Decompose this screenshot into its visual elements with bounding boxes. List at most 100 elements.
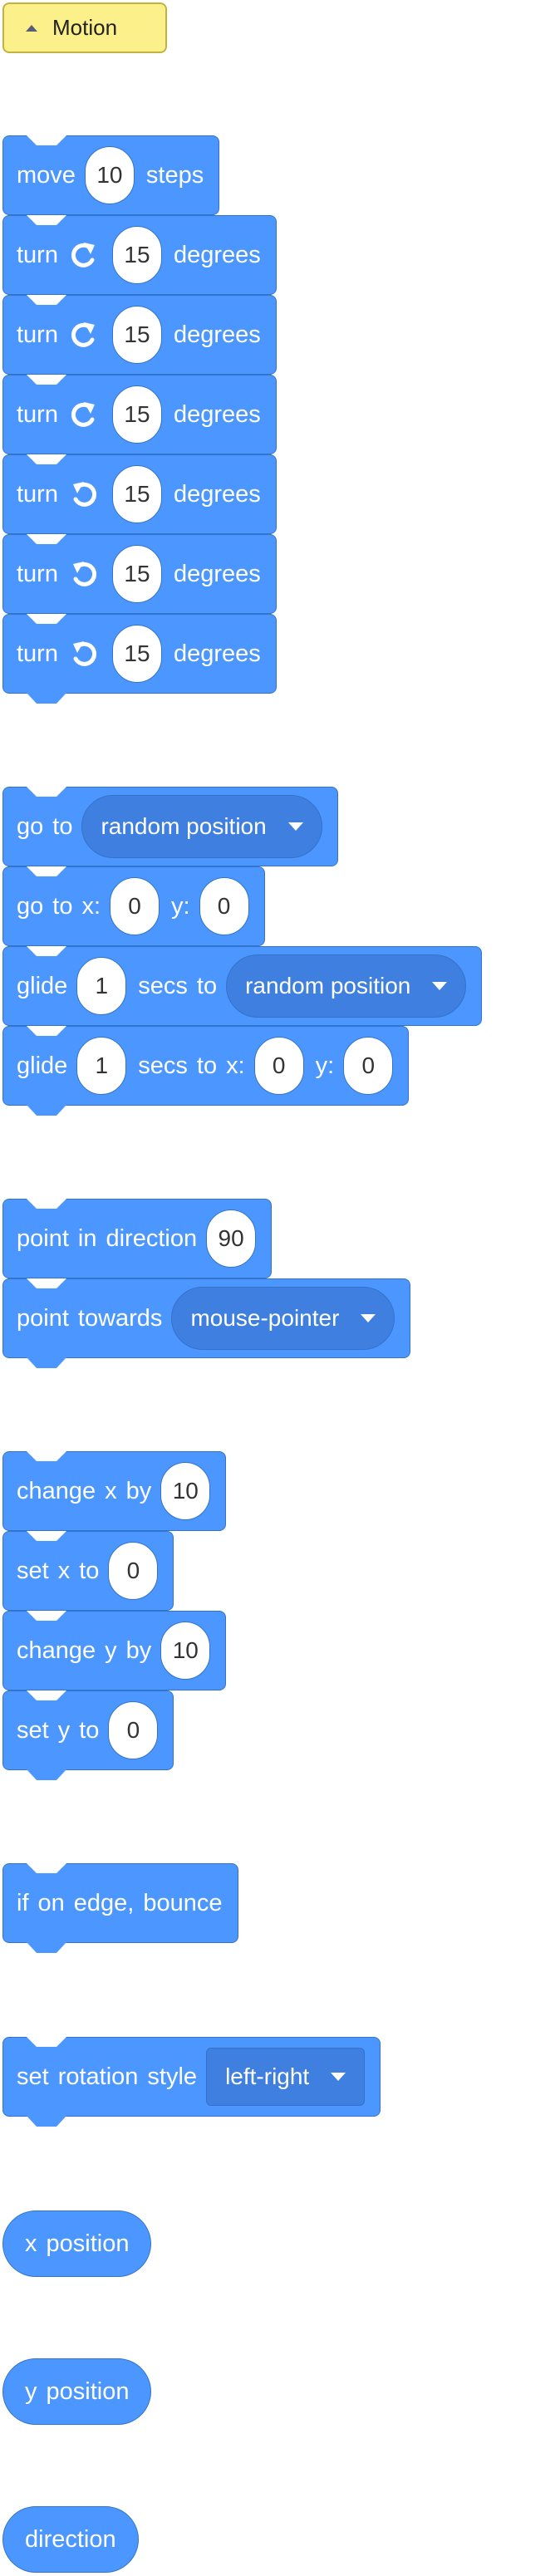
block-text: to: [52, 812, 73, 840]
degrees-input[interactable]: 15: [111, 306, 162, 364]
point-towards-dropdown[interactable]: mouse-pointer: [171, 1287, 395, 1350]
block-text: y: [25, 2377, 37, 2405]
block-text: direction: [25, 2525, 116, 2553]
set-x-block[interactable]: set x to 0: [2, 1531, 174, 1611]
block-text: degrees: [173, 241, 261, 268]
block-text: turn: [17, 560, 58, 587]
turn-right-block[interactable]: turn 15 degrees: [2, 375, 277, 454]
y-position-reporter[interactable]: y position: [2, 2358, 152, 2425]
block-text: to: [196, 972, 218, 999]
block-text: turn: [17, 640, 58, 667]
block-text: turn: [17, 321, 58, 348]
turn-left-block[interactable]: turn 15 degrees: [2, 614, 277, 694]
secs-input[interactable]: 1: [76, 957, 127, 1015]
triangle-down-icon: [361, 1314, 376, 1322]
secs-input[interactable]: 1: [76, 1037, 127, 1095]
block-text: turn: [17, 480, 58, 508]
block-text: y: [57, 1716, 71, 1744]
block-text: set: [17, 2063, 49, 2090]
direction-reporter[interactable]: direction: [2, 2506, 139, 2573]
glide-to-block[interactable]: glide 1 secs to random position: [2, 946, 483, 1026]
block-text: glide: [17, 1052, 68, 1079]
turn-left-block[interactable]: turn 15 degrees: [2, 454, 277, 534]
rotate-right-icon: [67, 398, 101, 431]
block-text: x: [105, 1477, 117, 1504]
triangle-down-icon: [432, 982, 448, 990]
degrees-input[interactable]: 15: [111, 385, 162, 444]
block-text: change: [17, 1636, 96, 1664]
block-text: to: [79, 1716, 100, 1744]
direction-input[interactable]: 90: [206, 1209, 257, 1268]
rotate-right-icon: [67, 238, 101, 272]
value-input[interactable]: 0: [108, 1542, 159, 1600]
dropdown-value: random position: [101, 813, 267, 839]
rotate-left-icon: [67, 637, 101, 670]
triangle-down-icon: [331, 2073, 346, 2081]
block-text: degrees: [173, 321, 261, 348]
dropdown-value: mouse-pointer: [190, 1305, 340, 1331]
turn-right-block[interactable]: turn 15 degrees: [2, 295, 277, 375]
block-text: y: [105, 1636, 117, 1664]
glide-target-dropdown[interactable]: random position: [226, 954, 467, 1018]
if-on-edge-bounce-block[interactable]: if on edge, bounce: [2, 1863, 238, 1943]
block-text: secs: [138, 1052, 188, 1079]
rotation-style-dropdown[interactable]: left-right: [206, 2048, 366, 2106]
x-position-reporter[interactable]: x position: [2, 2210, 152, 2277]
go-to-target-dropdown[interactable]: random position: [81, 795, 322, 858]
y-input[interactable]: 0: [199, 877, 249, 935]
move-steps-block[interactable]: move 10 steps: [2, 135, 220, 215]
degrees-input[interactable]: 15: [111, 625, 162, 683]
block-text: degrees: [173, 400, 261, 428]
block-text: x:: [81, 892, 101, 920]
degrees-input[interactable]: 15: [111, 545, 162, 603]
rotate-left-icon: [67, 478, 101, 511]
change-x-block[interactable]: change x by 10: [2, 1451, 227, 1531]
dropdown-value: left-right: [225, 2063, 310, 2089]
block-text: secs: [138, 972, 188, 999]
glide-to-xy-block[interactable]: glide 1 secs to x: 0 y: 0: [2, 1026, 410, 1106]
block-text: degrees: [173, 480, 261, 508]
block-text: by: [125, 1636, 152, 1664]
value-input[interactable]: 10: [160, 1622, 211, 1680]
y-input[interactable]: 0: [343, 1037, 394, 1095]
degrees-input[interactable]: 15: [111, 226, 162, 284]
block-text: in: [77, 1224, 97, 1252]
x-input[interactable]: 0: [253, 1037, 304, 1095]
category-motion-button[interactable]: Motion: [2, 2, 167, 53]
block-text: if: [17, 1889, 29, 1916]
block-text: direction: [106, 1224, 198, 1252]
block-text: on: [37, 1889, 65, 1916]
block-text: edge,: [73, 1889, 135, 1916]
value-input[interactable]: 10: [160, 1462, 211, 1520]
rotate-right-icon: [67, 318, 101, 351]
block-text: y:: [171, 892, 190, 920]
block-text: position: [46, 2377, 130, 2405]
block-text: glide: [17, 972, 68, 999]
block-text: bounce: [143, 1889, 223, 1916]
point-in-direction-block[interactable]: point in direction 90: [2, 1199, 273, 1278]
degrees-input[interactable]: 15: [111, 465, 162, 523]
go-to-block[interactable]: go to random position: [2, 787, 338, 866]
turn-left-block[interactable]: turn 15 degrees: [2, 534, 277, 614]
rotate-left-icon: [67, 557, 101, 591]
block-text: go: [17, 892, 44, 920]
set-y-block[interactable]: set y to 0: [2, 1690, 174, 1770]
point-towards-block[interactable]: point towards mouse-pointer: [2, 1278, 411, 1358]
block-text: turn: [17, 241, 58, 268]
steps-input[interactable]: 10: [84, 146, 135, 204]
go-to-xy-block[interactable]: go to x: 0 y: 0: [2, 866, 265, 946]
block-text: set: [17, 1557, 49, 1584]
block-text: x: [57, 1557, 71, 1584]
value-input[interactable]: 0: [108, 1701, 159, 1759]
dropdown-value: random position: [245, 973, 411, 999]
block-text: set: [17, 1716, 49, 1744]
set-rotation-style-block[interactable]: set rotation style left-right: [2, 2037, 381, 2117]
category-label: Motion: [52, 15, 118, 40]
change-y-block[interactable]: change y by 10: [2, 1611, 227, 1690]
block-text: point: [17, 1304, 69, 1332]
turn-right-block[interactable]: turn 15 degrees: [2, 215, 277, 295]
block-text: to: [52, 892, 73, 920]
block-text: y:: [315, 1052, 335, 1079]
block-text: steps: [145, 161, 204, 189]
x-input[interactable]: 0: [110, 877, 160, 935]
